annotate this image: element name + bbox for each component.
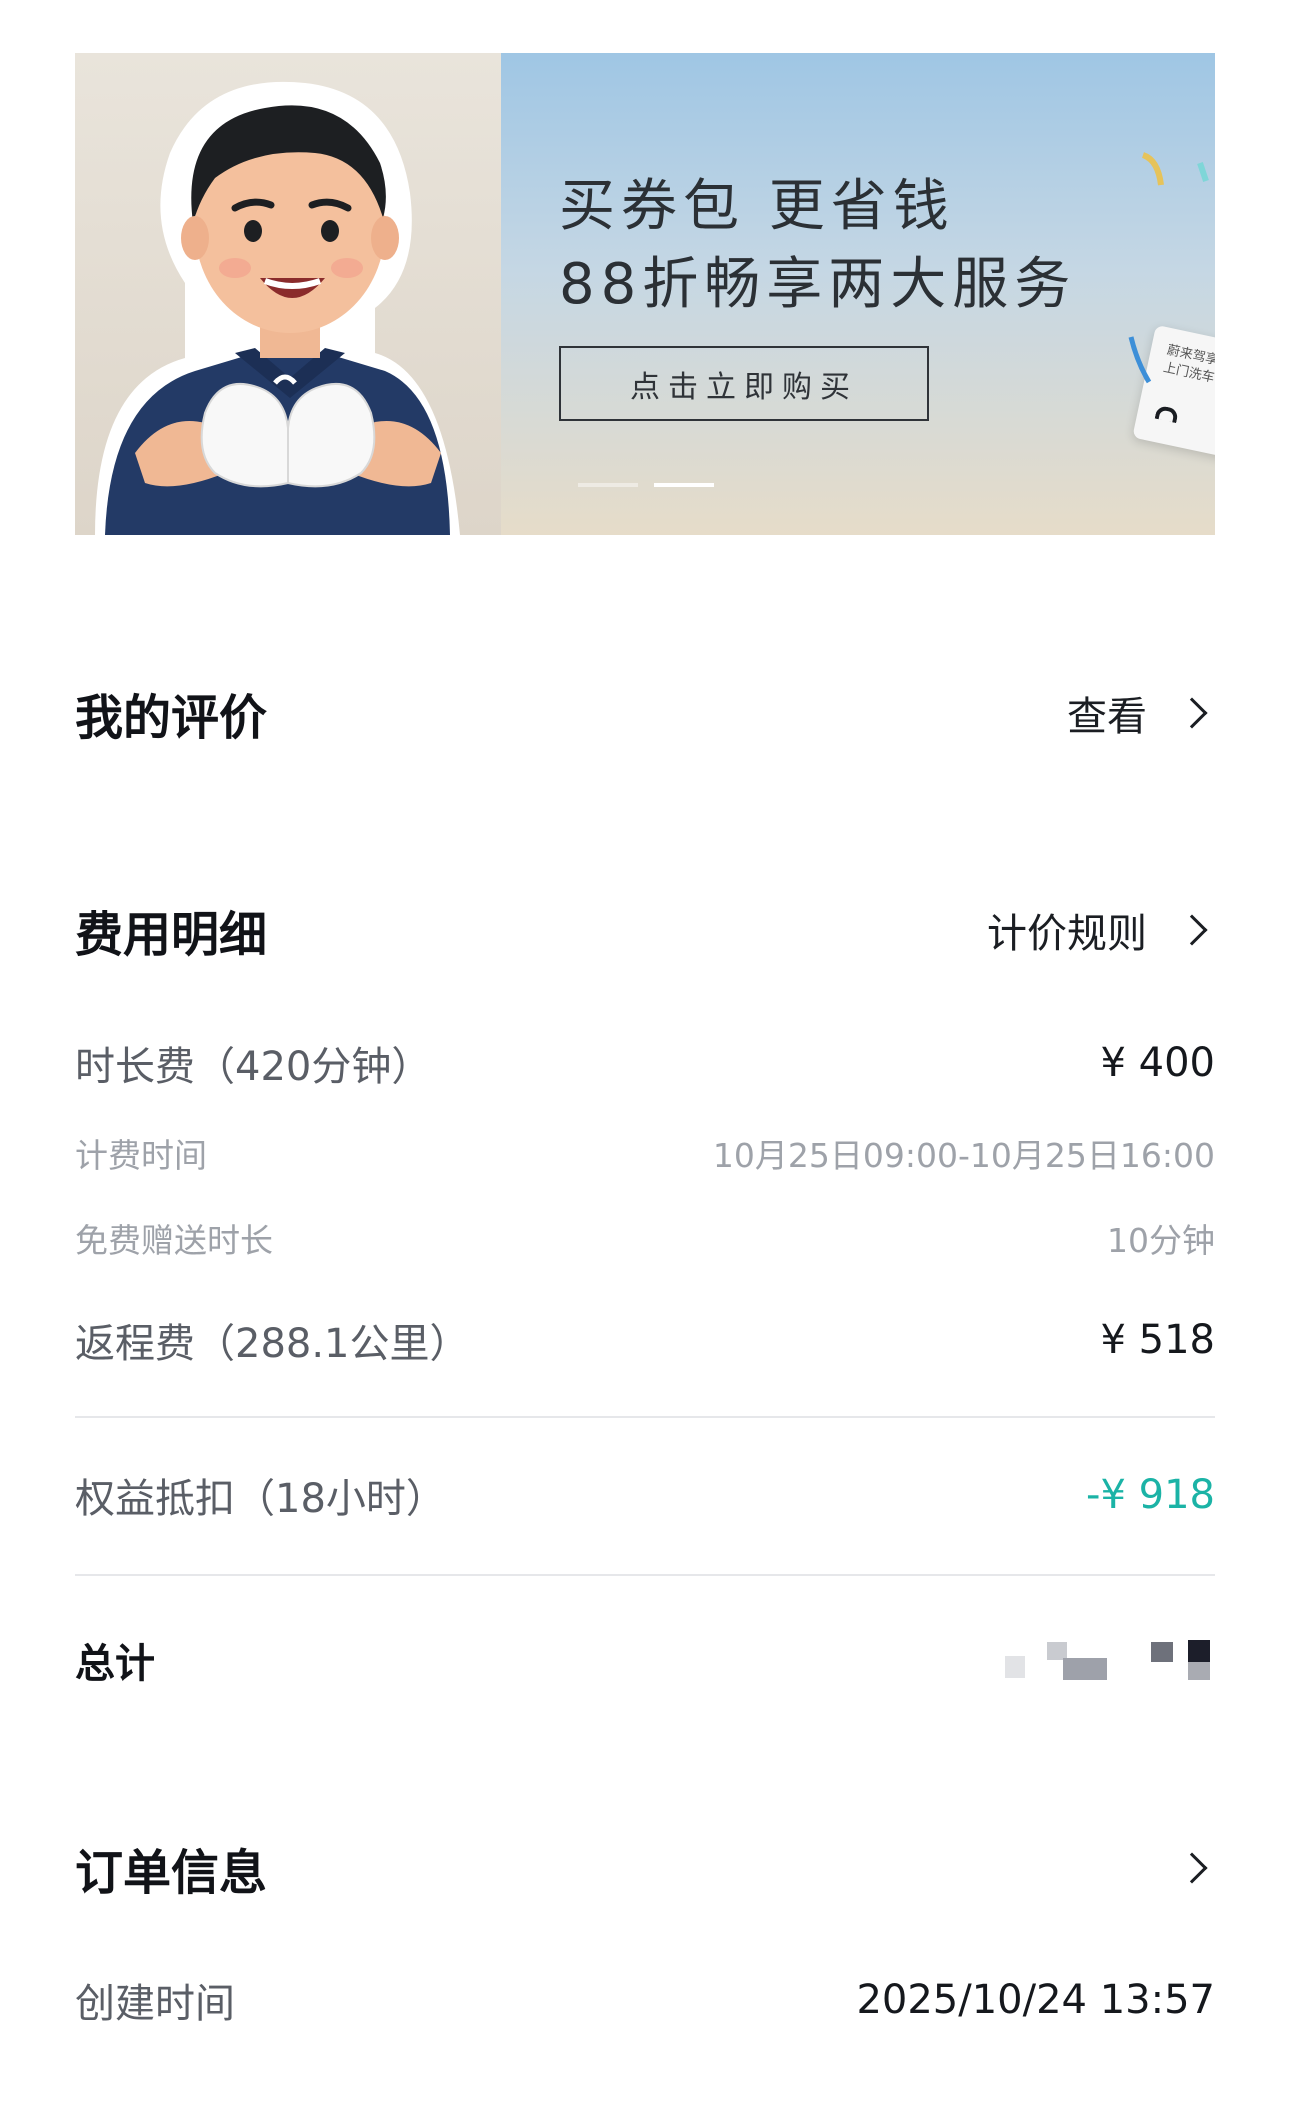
total-row: 总计 [75, 1630, 1215, 1690]
reviews-title: 我的评价 [75, 690, 268, 746]
promo-banner[interactable]: 蔚来驾享 上门洗车 买券包 更省钱 88折畅享两大服务 点击立即购买 [75, 53, 1215, 535]
banner-headline: 买券包 更省钱 88折畅享两大服务 [559, 168, 1076, 324]
service-card-text: 蔚来驾享 上门洗车 [1161, 342, 1215, 388]
view-reviews-link[interactable]: 查看 [1067, 684, 1215, 742]
free-time-row: 免费赠送时长 10分钟 [75, 1213, 1215, 1263]
duration-fee-label: 时长费（420分钟） [75, 1044, 432, 1090]
nio-logo-icon [1154, 404, 1180, 424]
total-label: 总计 [75, 1641, 155, 1687]
mascot-illustration [95, 81, 460, 535]
chevron-right-icon [1176, 914, 1208, 946]
duration-fee-row: 时长费（420分钟） ¥ 400 [75, 1033, 1215, 1093]
order-info-link[interactable] [1147, 1852, 1215, 1884]
pagination-dot-active[interactable] [654, 483, 714, 487]
billing-time-label: 计费时间 [75, 1136, 207, 1175]
total-value-redacted [1005, 1638, 1215, 1682]
created-time-value: 2025/10/24 13:57 [856, 1977, 1215, 2023]
return-fee-value: ¥ 518 [1100, 1317, 1215, 1363]
duration-fee-value: ¥ 400 [1100, 1040, 1215, 1086]
benefit-deduction-value: -¥ 918 [1086, 1472, 1215, 1518]
billing-time-row: 计费时间 10月25日09:00-10月25日16:00 [75, 1128, 1215, 1178]
return-fee-row: 返程费（288.1公里） ¥ 518 [75, 1310, 1215, 1370]
ribbon-icon [1128, 336, 1152, 384]
pagination-dot[interactable] [578, 483, 638, 487]
divider [75, 1574, 1215, 1576]
created-time-row: 创建时间 2025/10/24 13:57 [75, 1970, 1215, 2030]
order-section-header[interactable]: 订单信息 [75, 1833, 1215, 1903]
pricing-rules-label: 计价规则 [987, 911, 1147, 957]
banner-title-line-1: 买券包 更省钱 [559, 174, 955, 239]
return-fee-label: 返程费（288.1公里） [75, 1321, 470, 1367]
view-reviews-label: 查看 [1067, 694, 1147, 740]
billing-time-value: 10月25日09:00-10月25日16:00 [712, 1136, 1215, 1175]
benefit-deduction-row: 权益抵扣（18小时） -¥ 918 [75, 1465, 1215, 1525]
pricing-rules-link[interactable]: 计价规则 [987, 901, 1215, 959]
chevron-right-icon [1176, 697, 1208, 729]
free-time-value: 10分钟 [1107, 1221, 1215, 1260]
fees-section-header: 费用明细 计价规则 [75, 895, 1215, 965]
divider [75, 1416, 1215, 1418]
banner-pagination [578, 483, 714, 487]
chevron-right-icon [1176, 1852, 1208, 1884]
free-time-label: 免费赠送时长 [75, 1221, 273, 1260]
banner-title-line-2: 88折畅享两大服务 [559, 252, 1077, 317]
fees-title: 费用明细 [75, 907, 268, 963]
reviews-section-header: 我的评价 查看 [75, 678, 1215, 748]
order-info-title: 订单信息 [75, 1845, 268, 1901]
confetti-icon [1141, 152, 1209, 186]
created-time-label: 创建时间 [75, 1981, 235, 2027]
buy-now-button[interactable]: 点击立即购买 [559, 346, 929, 421]
benefit-deduction-label: 权益抵扣（18小时） [75, 1476, 446, 1522]
